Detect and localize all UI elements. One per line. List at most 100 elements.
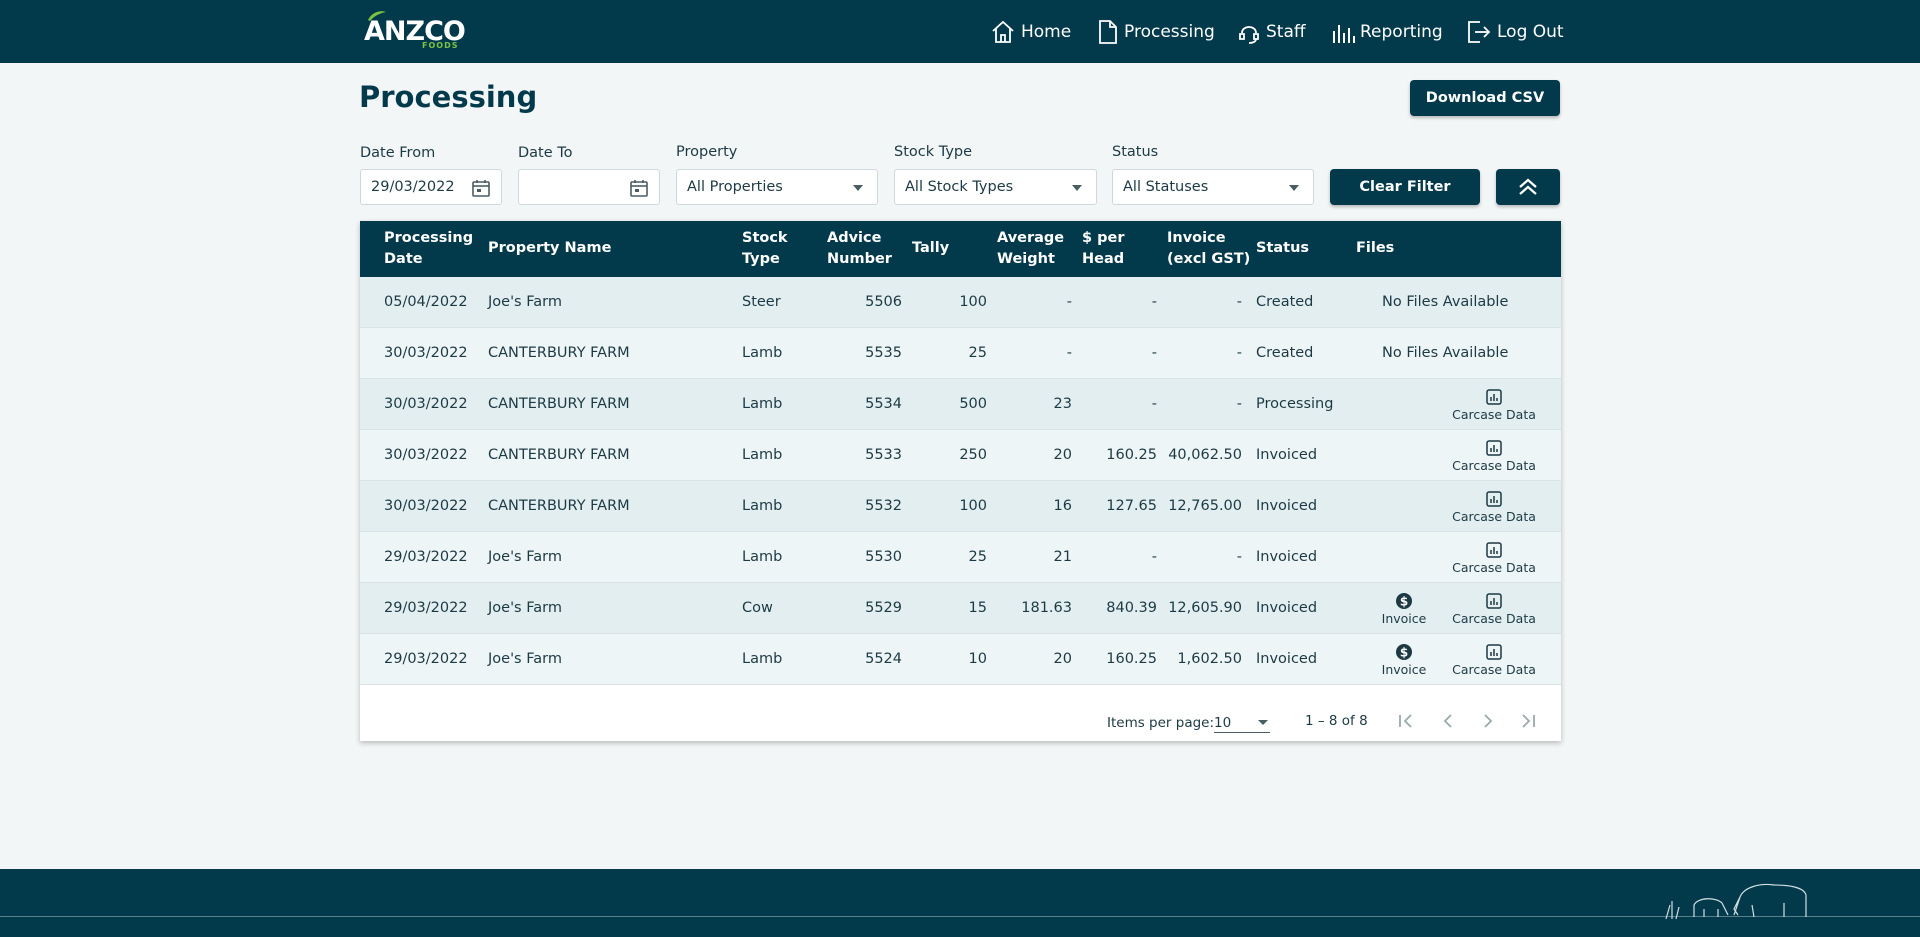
property-select[interactable]: All Properties bbox=[676, 169, 878, 205]
carcase-data-label: Carcase Data bbox=[1452, 407, 1536, 422]
cell-status: Invoiced bbox=[1256, 600, 1318, 616]
table-row[interactable]: 30/03/2022 CANTERBURY FARM Lamb 5533 250 20 16… bbox=[360, 430, 1561, 481]
cell-property-name: CANTERBURY FARM bbox=[488, 345, 630, 361]
table-row[interactable]: 29/03/2022 Joe's Farm Lamb 5530 25 21- - Invoic… bbox=[360, 532, 1561, 583]
header-property-name[interactable]: Property Name bbox=[488, 238, 611, 259]
carcase-data-link[interactable]: Carcase Data bbox=[1444, 541, 1544, 575]
carcase-data-link[interactable]: Carcase Data bbox=[1444, 643, 1544, 677]
dollar-icon: $ bbox=[1396, 593, 1412, 609]
table-row[interactable]: 05/04/2022 Joe's Farm Steer 5506 100- - - Creat… bbox=[360, 277, 1561, 328]
nav-processing[interactable]: Processing bbox=[1097, 0, 1215, 63]
header-processing-date[interactable]: Processing Date bbox=[384, 228, 473, 270]
cell-status: Processing bbox=[1256, 396, 1334, 412]
next-page-icon[interactable] bbox=[1479, 711, 1497, 731]
nav-reporting-label: Reporting bbox=[1360, 21, 1443, 42]
header-average-weight[interactable]: Average Weight bbox=[997, 228, 1064, 270]
carcase-data-link[interactable]: Carcase Data bbox=[1444, 388, 1544, 422]
cell-tally: 250 bbox=[959, 447, 987, 463]
date-from-input[interactable]: 29/03/2022 bbox=[360, 169, 502, 205]
invoice-file-link[interactable]: $ Invoice bbox=[1376, 643, 1432, 677]
carcase-data-label: Carcase Data bbox=[1452, 662, 1536, 677]
no-files-text: No Files Available bbox=[1382, 294, 1509, 310]
cell-per-head: 127.65 bbox=[1106, 498, 1157, 514]
cell-advice-number: 5534 bbox=[865, 396, 902, 412]
stock-type-value: All Stock Types bbox=[905, 179, 1014, 195]
cell-property-name: CANTERBURY FARM bbox=[488, 396, 630, 412]
carcase-data-label: Carcase Data bbox=[1452, 611, 1536, 626]
cell-stock-type: Lamb bbox=[742, 345, 783, 361]
cell-status: Invoiced bbox=[1256, 498, 1318, 514]
cell-status: Invoiced bbox=[1256, 447, 1318, 463]
cell-average-weight: 16 bbox=[1053, 498, 1072, 514]
nav-home[interactable]: Home bbox=[990, 0, 1071, 63]
clear-filter-button[interactable]: Clear Filter bbox=[1330, 169, 1480, 205]
cell-invoice: 12,605.90 bbox=[1168, 600, 1242, 616]
carcase-chart-icon bbox=[1486, 440, 1502, 456]
cell-tally: 25 bbox=[968, 549, 987, 565]
table-row[interactable]: 30/03/2022 CANTERBURY FARM Lamb 5532 100 16 12… bbox=[360, 481, 1561, 532]
date-from-label: Date From bbox=[360, 145, 436, 161]
header-tally[interactable]: Tally bbox=[912, 238, 949, 259]
cell-tally: 10 bbox=[968, 651, 987, 667]
cell-processing-date: 05/04/2022 bbox=[384, 294, 468, 310]
cell-average-weight: 23 bbox=[1053, 396, 1072, 412]
cell-status: Created bbox=[1256, 294, 1314, 310]
invoice-file-label: Invoice bbox=[1381, 611, 1427, 626]
invoice-file-link[interactable]: $ Invoice bbox=[1376, 592, 1432, 626]
calendar-icon[interactable] bbox=[629, 178, 649, 198]
cell-per-head: 160.25 bbox=[1106, 651, 1157, 667]
cell-property-name: CANTERBURY FARM bbox=[488, 498, 630, 514]
processing-table: Processing Date Property Name Stock Type A… bbox=[360, 221, 1561, 741]
carcase-chart-icon bbox=[1486, 389, 1502, 405]
staff-icon bbox=[1239, 25, 1259, 44]
property-label: Property bbox=[676, 144, 738, 160]
calendar-icon[interactable] bbox=[471, 178, 491, 198]
carcase-data-label: Carcase Data bbox=[1452, 458, 1536, 473]
logout-icon bbox=[1468, 20, 1491, 43]
anzco-logo[interactable]: ANZCO FOODS bbox=[362, 10, 466, 52]
header-invoice[interactable]: Invoice (excl GST) bbox=[1167, 228, 1250, 270]
previous-page-icon[interactable] bbox=[1439, 711, 1457, 731]
items-per-page-select[interactable]: 10 bbox=[1214, 709, 1270, 733]
cell-invoice: 12,765.00 bbox=[1168, 498, 1242, 514]
header-status[interactable]: Status bbox=[1256, 238, 1309, 259]
cell-stock-type: Lamb bbox=[742, 651, 783, 667]
first-page-icon[interactable] bbox=[1397, 711, 1415, 731]
header-stock-type[interactable]: Stock Type bbox=[742, 228, 788, 270]
cell-advice-number: 5524 bbox=[865, 651, 902, 667]
cell-advice-number: 5535 bbox=[865, 345, 902, 361]
cell-status: Invoiced bbox=[1256, 651, 1318, 667]
stock-type-select[interactable]: All Stock Types bbox=[894, 169, 1097, 205]
status-select[interactable]: All Statuses bbox=[1112, 169, 1314, 205]
carcase-data-link[interactable]: Carcase Data bbox=[1444, 439, 1544, 473]
cell-stock-type: Lamb bbox=[742, 447, 783, 463]
header-advice-number[interactable]: Advice Number bbox=[827, 228, 892, 270]
cell-property-name: Joe's Farm bbox=[488, 294, 562, 310]
items-per-page-value: 10 bbox=[1214, 715, 1232, 731]
table-row[interactable]: 30/03/2022 CANTERBURY FARM Lamb 5534 500 23 - -… bbox=[360, 379, 1561, 430]
header-per-head[interactable]: $ per Head bbox=[1082, 228, 1125, 270]
nav-logout[interactable]: Log Out bbox=[1466, 0, 1564, 63]
cell-average-weight: - bbox=[1066, 345, 1072, 361]
carcase-data-link[interactable]: Carcase Data bbox=[1444, 490, 1544, 524]
download-csv-button[interactable]: Download CSV bbox=[1410, 80, 1560, 116]
cell-advice-number: 5532 bbox=[865, 498, 902, 514]
cell-advice-number: 5506 bbox=[865, 294, 902, 310]
no-files-text: No Files Available bbox=[1382, 345, 1509, 361]
property-value: All Properties bbox=[687, 179, 783, 195]
nav-staff[interactable]: Staff bbox=[1237, 0, 1306, 63]
table-row[interactable]: 29/03/2022 Joe's Farm Lamb 5524 10 20 160.25 1,… bbox=[360, 634, 1561, 685]
carcase-data-link[interactable]: Carcase Data bbox=[1444, 592, 1544, 626]
cell-processing-date: 29/03/2022 bbox=[384, 549, 468, 565]
nav-reporting[interactable]: Reporting bbox=[1331, 0, 1443, 63]
last-page-icon[interactable] bbox=[1519, 711, 1537, 731]
table-row[interactable]: 30/03/2022 CANTERBURY FARM Lamb 5535 25- - - Cr… bbox=[360, 328, 1561, 379]
top-navigation-bar: ANZCO FOODS Home Processing Staff Report… bbox=[0, 0, 1920, 63]
cell-average-weight: 20 bbox=[1053, 651, 1072, 667]
table-row[interactable]: 29/03/2022 Joe's Farm Cow 5529 15 181.63 840.3… bbox=[360, 583, 1561, 634]
stock-type-label: Stock Type bbox=[894, 144, 973, 160]
table-header: Processing Date Property Name Stock Type A… bbox=[360, 221, 1561, 277]
cell-tally: 500 bbox=[959, 396, 987, 412]
date-to-input[interactable] bbox=[518, 169, 660, 205]
collapse-filters-button[interactable] bbox=[1496, 169, 1560, 205]
